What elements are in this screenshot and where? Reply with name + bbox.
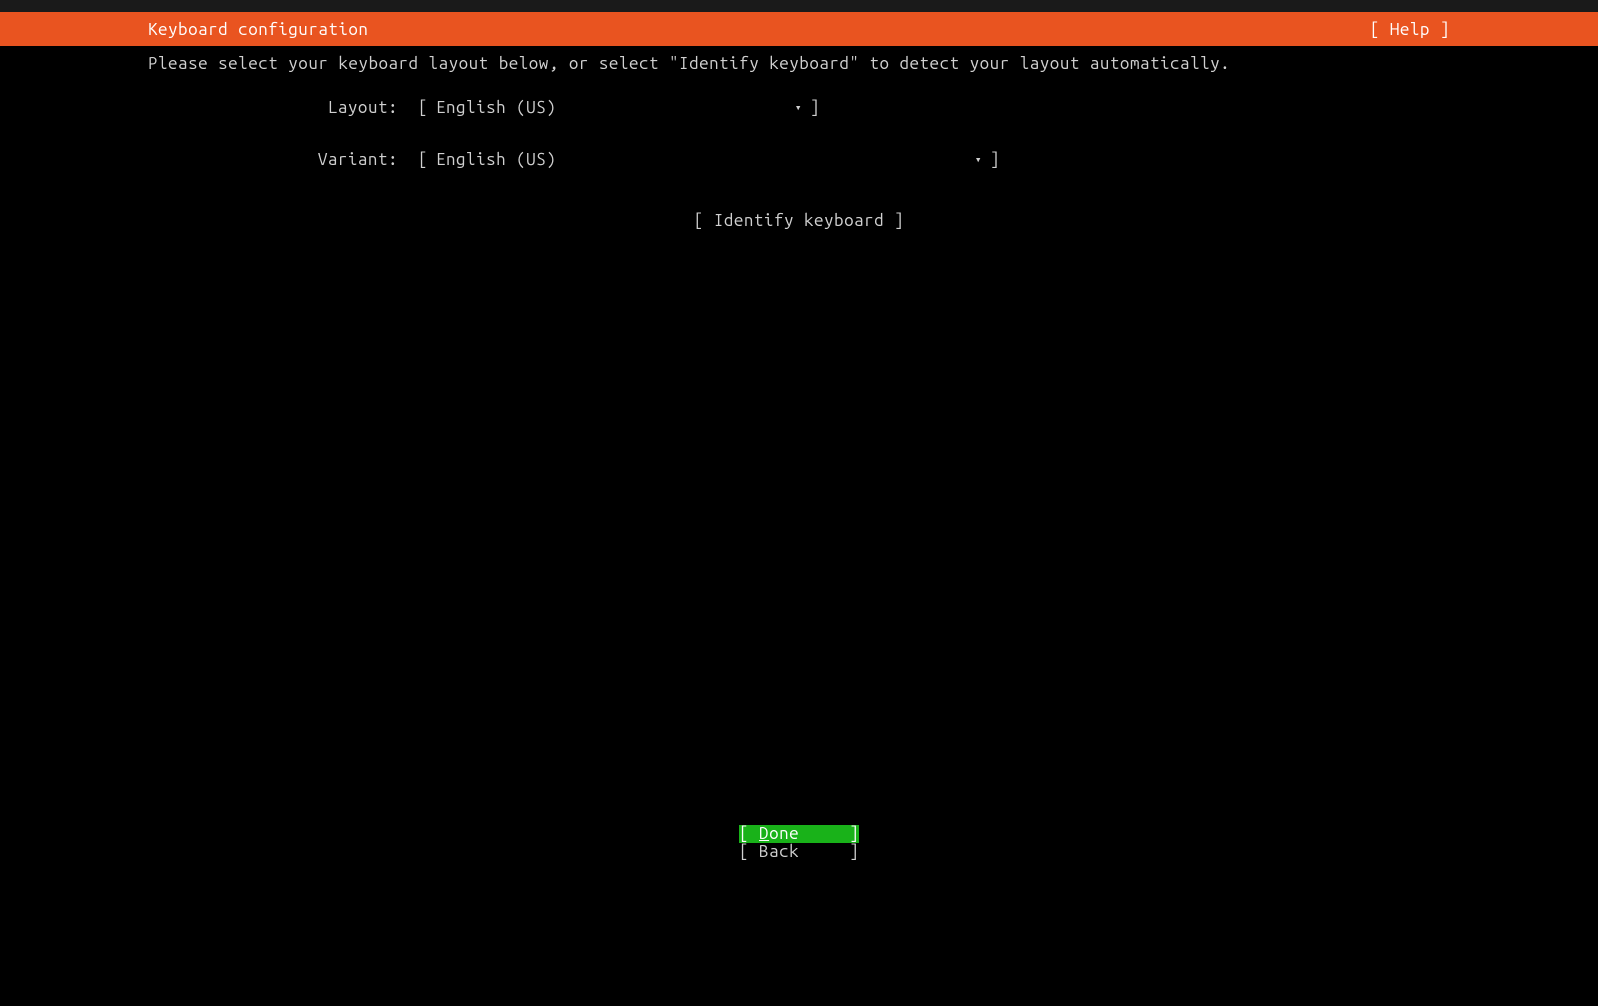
bracket-open-icon: [	[418, 150, 428, 169]
chevron-down-icon: ▾	[975, 153, 982, 166]
done-button[interactable]: [ Done ]	[739, 825, 859, 843]
layout-dropdown[interactable]: [ English (US) ▾ ]	[418, 98, 820, 116]
identify-row: [ Identify keyboard ]	[148, 211, 1450, 230]
page-title: Keyboard configuration	[148, 20, 368, 39]
instruction-text: Please select your keyboard layout below…	[148, 54, 1450, 73]
chevron-down-icon: ▾	[795, 101, 802, 114]
window-top-strip	[0, 0, 1598, 12]
variant-dropdown[interactable]: [ English (US) ▾ ]	[418, 150, 1000, 168]
help-button[interactable]: [ Help ]	[1370, 20, 1450, 39]
variant-label: Variant:	[148, 150, 418, 169]
variant-field-row: Variant: [ English (US) ▾ ]	[148, 142, 1450, 176]
bracket-close-icon: ]	[810, 98, 820, 117]
layout-field-row: Layout: [ English (US) ▾ ]	[148, 90, 1450, 124]
layout-value: English (US)	[436, 98, 556, 117]
main-content: Please select your keyboard layout below…	[0, 46, 1598, 230]
done-label-underline: D	[759, 824, 769, 843]
bracket-open-icon: [	[418, 98, 428, 117]
back-button[interactable]: [ Back ]	[739, 843, 859, 861]
footer-buttons: [ Done ] [ Back ]	[0, 825, 1598, 861]
back-label: Back	[759, 842, 799, 861]
bracket-close-icon: ]	[990, 150, 1000, 169]
header-bar: Keyboard configuration [ Help ]	[0, 12, 1598, 46]
variant-value: English (US)	[436, 150, 556, 169]
layout-label: Layout:	[148, 98, 418, 117]
done-label-rest: one	[769, 824, 799, 843]
identify-keyboard-button[interactable]: [ Identify keyboard ]	[694, 211, 904, 230]
